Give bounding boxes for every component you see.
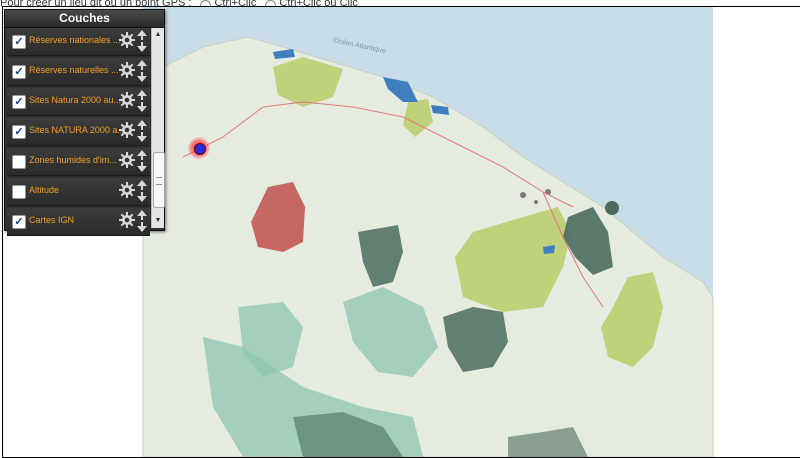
layer-row: ✓ Réserves naturelles ...: [7, 58, 150, 86]
reserve-national-islet: [605, 201, 619, 215]
scroll-thumb[interactable]: [153, 152, 165, 208]
reorder-arrows-icon[interactable]: [137, 30, 147, 52]
gear-icon[interactable]: [119, 62, 135, 78]
reorder-arrows-icon[interactable]: [137, 210, 147, 232]
layer-row: Zones humides d'im...: [7, 148, 150, 176]
layer-checkbox[interactable]: ✓: [12, 125, 26, 139]
layer-row: Altitude: [7, 178, 150, 206]
gear-icon[interactable]: [119, 152, 135, 168]
gear-icon[interactable]: [119, 122, 135, 138]
layers-panel: Couches ✓ Réserves nationales ... ✓ Réserve…: [4, 9, 165, 236]
layer-label[interactable]: Zones humides d'im...: [29, 155, 121, 165]
layer-label[interactable]: Cartes IGN: [29, 215, 121, 225]
layer-checkbox[interactable]: [12, 155, 26, 169]
layer-list-scrollbar[interactable]: ▲ ▼: [151, 28, 165, 228]
layer-list: ✓ Réserves nationales ... ✓ Réserves nature…: [7, 28, 150, 238]
layer-label[interactable]: Altitude: [29, 185, 121, 195]
layer-row: ✓ Cartes IGN: [7, 208, 150, 236]
marker-dot: [194, 143, 206, 155]
gear-icon[interactable]: [119, 182, 135, 198]
layer-checkbox[interactable]: ✓: [12, 95, 26, 109]
layer-label[interactable]: Sites Natura 2000 au...: [29, 95, 121, 105]
layer-row: ✓ Réserves nationales ...: [7, 28, 150, 56]
layer-label[interactable]: Sites NATURA 2000 a...: [29, 125, 121, 135]
gear-icon[interactable]: [119, 92, 135, 108]
gear-icon[interactable]: [119, 212, 135, 228]
reorder-arrows-icon[interactable]: [137, 120, 147, 142]
reorder-arrows-icon[interactable]: [137, 180, 147, 202]
layer-row: ✓ Sites Natura 2000 au...: [7, 88, 150, 116]
gps-point-marker[interactable]: [188, 137, 210, 159]
town-marker: [534, 200, 538, 204]
layer-label[interactable]: Réserves nationales ...: [29, 35, 121, 45]
scroll-up-arrow-icon[interactable]: ▲: [152, 30, 164, 40]
grip-icon: [156, 177, 162, 185]
layer-checkbox[interactable]: [12, 185, 26, 199]
gear-icon[interactable]: [119, 32, 135, 48]
reorder-arrows-icon[interactable]: [137, 60, 147, 82]
reorder-arrows-icon[interactable]: [137, 150, 147, 172]
town-marker: [520, 192, 526, 198]
scroll-down-arrow-icon[interactable]: ▼: [152, 216, 164, 226]
layer-checkbox[interactable]: ✓: [12, 65, 26, 79]
layer-checkbox[interactable]: ✓: [12, 215, 26, 229]
layers-panel-title: Couches: [5, 10, 164, 28]
layer-checkbox[interactable]: ✓: [12, 35, 26, 49]
layer-label[interactable]: Réserves naturelles ...: [29, 65, 121, 75]
layer-row: ✓ Sites NATURA 2000 a...: [7, 118, 150, 146]
reorder-arrows-icon[interactable]: [137, 90, 147, 112]
